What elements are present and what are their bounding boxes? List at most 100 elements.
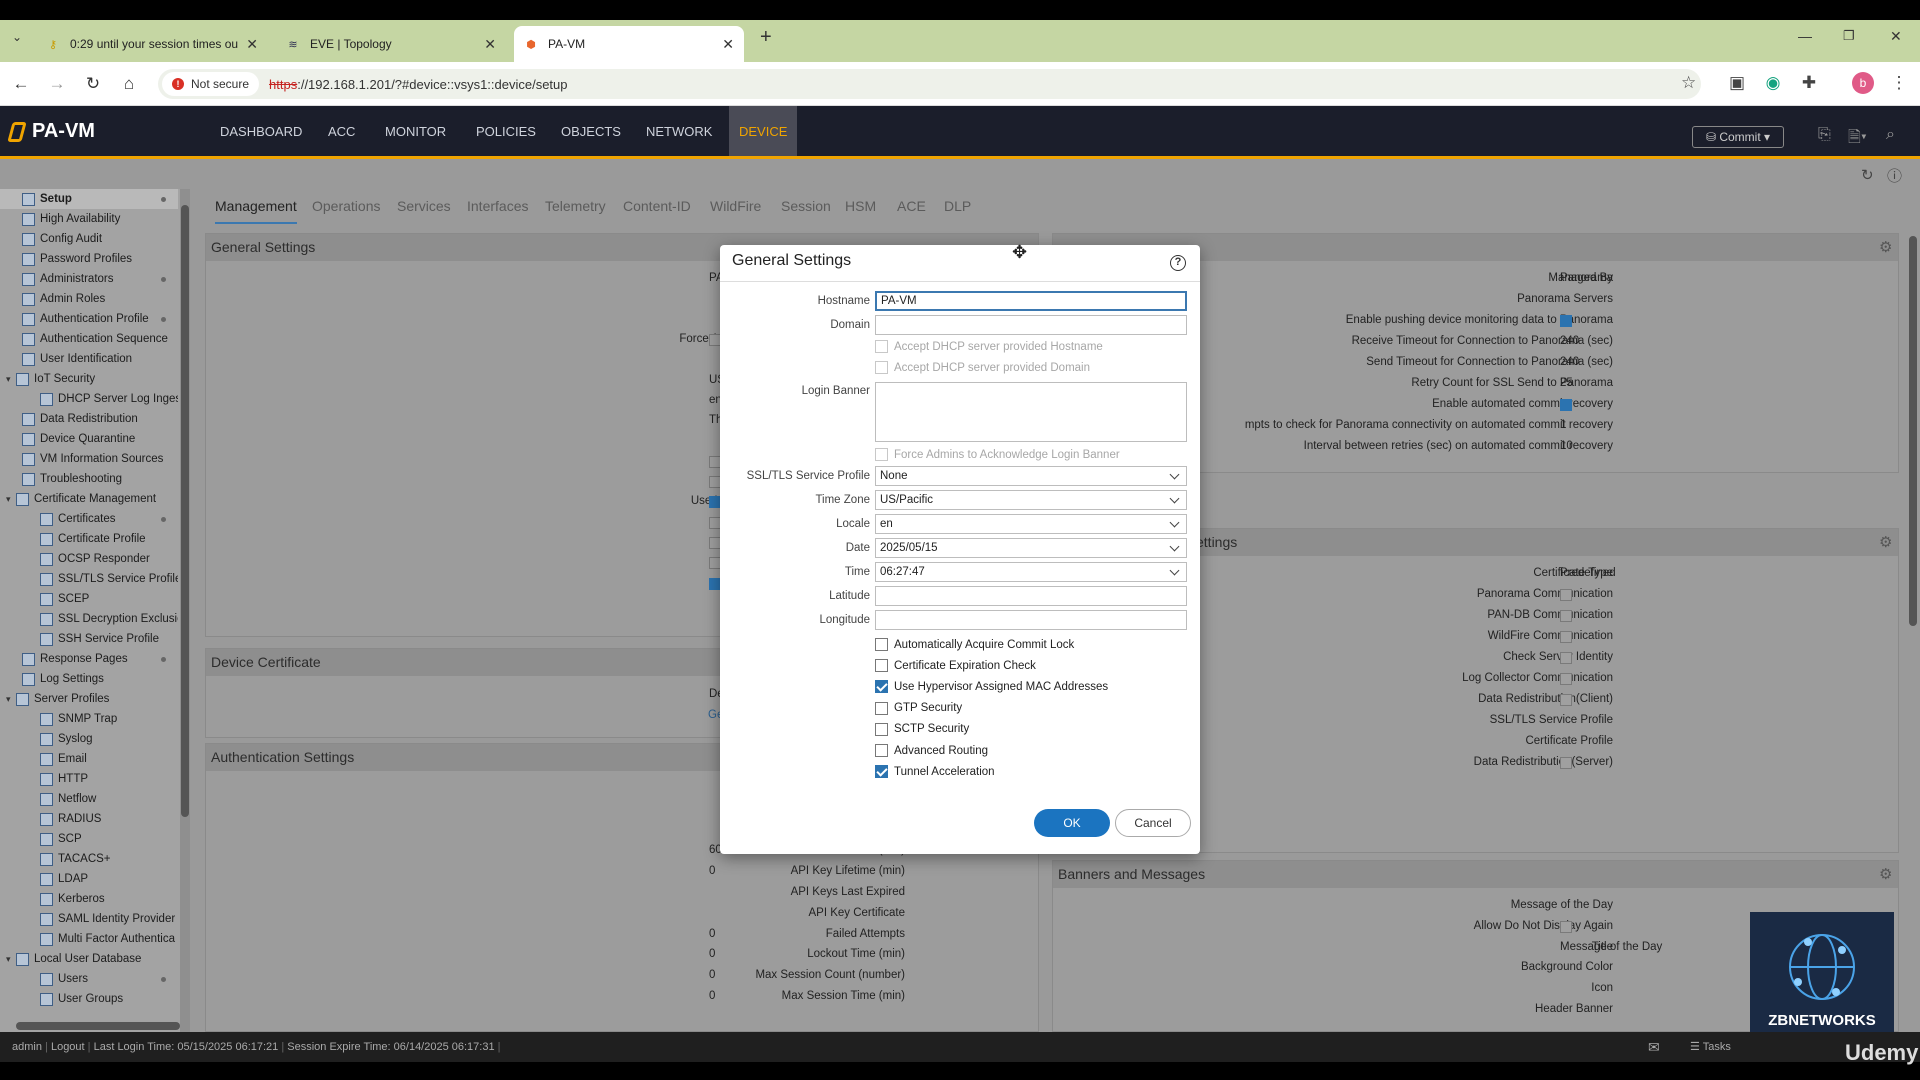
help-icon[interactable]: ⓘ (1887, 165, 1902, 186)
sidebar-item[interactable]: Config Audit (0, 229, 178, 249)
tab-services[interactable]: Services (397, 198, 451, 214)
option-checkbox[interactable]: GTP Security (875, 701, 962, 715)
restore-icon[interactable]: ❐ (1843, 28, 1855, 44)
sidebar-item[interactable]: SSL Decryption Exclusic (0, 609, 178, 629)
option-checkbox[interactable]: SCTP Security (875, 722, 969, 736)
tab-dlp[interactable]: DLP (944, 198, 971, 214)
sidebar-scroll-thumb[interactable] (181, 205, 189, 817)
not-secure-badge[interactable]: ! Not secure (162, 72, 260, 96)
new-tab-icon[interactable]: + (760, 26, 772, 49)
sidebar-item[interactable]: Response Pages (0, 649, 178, 669)
timezone-select[interactable]: US/Pacific (875, 490, 1187, 510)
sidebar-item[interactable]: VM Information Sources (0, 449, 178, 469)
nav-dashboard[interactable]: DASHBOARD (210, 106, 312, 158)
ssl-profile-select[interactable]: None (875, 466, 1187, 486)
option-checkbox[interactable]: Certificate Expiration Check (875, 659, 1036, 673)
tab-hsm[interactable]: HSM (845, 198, 876, 214)
sidebar-item[interactable]: SSH Service Profile (0, 629, 178, 649)
search-icon[interactable]: ⌕ (1886, 126, 1895, 144)
gear-icon[interactable]: ⚙ (1879, 533, 1892, 551)
sidebar-item[interactable]: ▾ IoT Security (0, 369, 178, 389)
sidebar-item[interactable]: DHCP Server Log Ingest (0, 389, 178, 409)
sidebar-item[interactable]: Password Profiles (0, 249, 178, 269)
sidebar-item[interactable]: ▾ Certificate Management (0, 489, 178, 509)
logout-link[interactable]: Logout (51, 1041, 85, 1053)
sidebar-item[interactable]: SNMP Trap (0, 709, 178, 729)
sidebar-item[interactable]: Certificate Profile (0, 529, 178, 549)
expand-icon[interactable]: ▾ (6, 494, 16, 505)
sidebar-item[interactable]: Data Redistribution (0, 409, 178, 429)
gear-icon[interactable]: ⚙ (1879, 238, 1892, 256)
time-select[interactable]: 06:27:47 (875, 562, 1187, 582)
option-checkbox[interactable]: Automatically Acquire Commit Lock (875, 638, 1074, 651)
sidebar-item[interactable]: Troubleshooting (0, 469, 178, 489)
tab-telemetry[interactable]: Telemetry (545, 198, 606, 214)
bookmark-star-icon[interactable]: ☆ (1681, 73, 1696, 93)
option-checkbox[interactable]: Tunnel Acceleration (875, 765, 995, 779)
nav-objects[interactable]: OBJECTS (551, 106, 631, 158)
sidebar-item[interactable]: SSL/TLS Service Profile (0, 569, 178, 589)
profile-avatar[interactable]: b (1852, 72, 1874, 94)
sidebar-item[interactable]: Syslog (0, 729, 178, 749)
extension-icon[interactable]: ▣ (1726, 73, 1748, 93)
longitude-input[interactable] (875, 610, 1187, 630)
close-window-icon[interactable]: ✕ (1890, 28, 1902, 45)
help-icon[interactable]: ? (1170, 255, 1186, 271)
tab-session[interactable]: Session (781, 198, 831, 214)
grammarly-icon[interactable]: ◉ (1762, 73, 1784, 93)
latitude-input[interactable] (875, 586, 1187, 606)
nav-network[interactable]: NETWORK (636, 106, 722, 158)
tab-operations[interactable]: Operations (312, 198, 380, 214)
reload-icon[interactable]: ↻ (82, 74, 104, 94)
sidebar-item[interactable]: Setup (0, 189, 178, 209)
sidebar-item[interactable]: User Groups (0, 989, 178, 1009)
sidebar-item[interactable]: Authentication Sequence (0, 329, 178, 349)
sidebar-hscroll-thumb[interactable] (16, 1022, 180, 1030)
force-ack-checkbox[interactable]: Force Admins to Acknowledge Login Banner (875, 448, 1120, 461)
sidebar-item[interactable]: Users (0, 969, 178, 989)
sidebar-item[interactable]: Admin Roles (0, 289, 178, 309)
expand-icon[interactable]: ▾ (6, 374, 16, 385)
nav-device[interactable]: DEVICE (729, 106, 798, 158)
tab-search-chevron-icon[interactable]: ⌄ (12, 30, 22, 44)
close-tab-icon[interactable]: ✕ (246, 36, 258, 53)
url-field[interactable]: ! Not secure https://192.168.1.201/?#dev… (158, 69, 1701, 99)
ok-button[interactable]: OK (1034, 809, 1110, 837)
sidebar-item[interactable]: ▾ Server Profiles (0, 689, 178, 709)
dhcp-hostname-checkbox[interactable]: Accept DHCP server provided Hostname (875, 340, 1103, 353)
lock-config-icon[interactable]: ⎘ (1818, 126, 1831, 144)
close-tab-icon[interactable]: ✕ (722, 36, 734, 53)
tab-wildfire[interactable]: WildFire (710, 198, 761, 214)
tasks-button[interactable]: ☰ Tasks (1690, 1032, 1731, 1062)
save-config-icon[interactable]: 🗎▾ (1848, 126, 1867, 153)
nav-monitor[interactable]: MONITOR (375, 106, 456, 158)
tab-content-id[interactable]: Content-ID (623, 198, 691, 214)
domain-input[interactable] (875, 315, 1187, 335)
sidebar-item[interactable]: LDAP (0, 869, 178, 889)
home-icon[interactable]: ⌂ (118, 74, 140, 94)
refresh-icon[interactable]: ↻ (1861, 166, 1874, 184)
browser-menu-icon[interactable]: ⋮ (1888, 73, 1910, 93)
sidebar-item[interactable]: User Identification (0, 349, 178, 369)
sidebar-item[interactable]: ▾ Local User Database (0, 949, 178, 969)
sidebar-item[interactable]: Kerberos (0, 889, 178, 909)
sidebar-item[interactable]: SCP (0, 829, 178, 849)
sidebar-item[interactable]: HTTP (0, 769, 178, 789)
tab-interfaces[interactable]: Interfaces (467, 198, 528, 214)
content-scroll-thumb[interactable] (1909, 236, 1917, 626)
nav-acc[interactable]: ACC (318, 106, 365, 158)
tab-management[interactable]: Management (215, 198, 297, 224)
sidebar-item[interactable]: Email (0, 749, 178, 769)
sidebar-item[interactable]: Multi Factor Authentica (0, 929, 178, 949)
hostname-input[interactable]: PA-VM (875, 291, 1187, 311)
browser-tab-eve[interactable]: ≋ EVE | Topology ✕ (276, 26, 506, 62)
mail-icon[interactable]: ✉ (1648, 1032, 1660, 1062)
login-banner-textarea[interactable] (875, 382, 1187, 442)
sidebar-item[interactable]: TACACS+ (0, 849, 178, 869)
close-tab-icon[interactable]: ✕ (484, 36, 496, 53)
sidebar-item[interactable]: Authentication Profile (0, 309, 178, 329)
tab-ace[interactable]: ACE (897, 198, 926, 214)
sidebar-item[interactable]: Device Quarantine (0, 429, 178, 449)
back-icon[interactable]: ← (10, 74, 32, 94)
sidebar-item[interactable]: OCSP Responder (0, 549, 178, 569)
